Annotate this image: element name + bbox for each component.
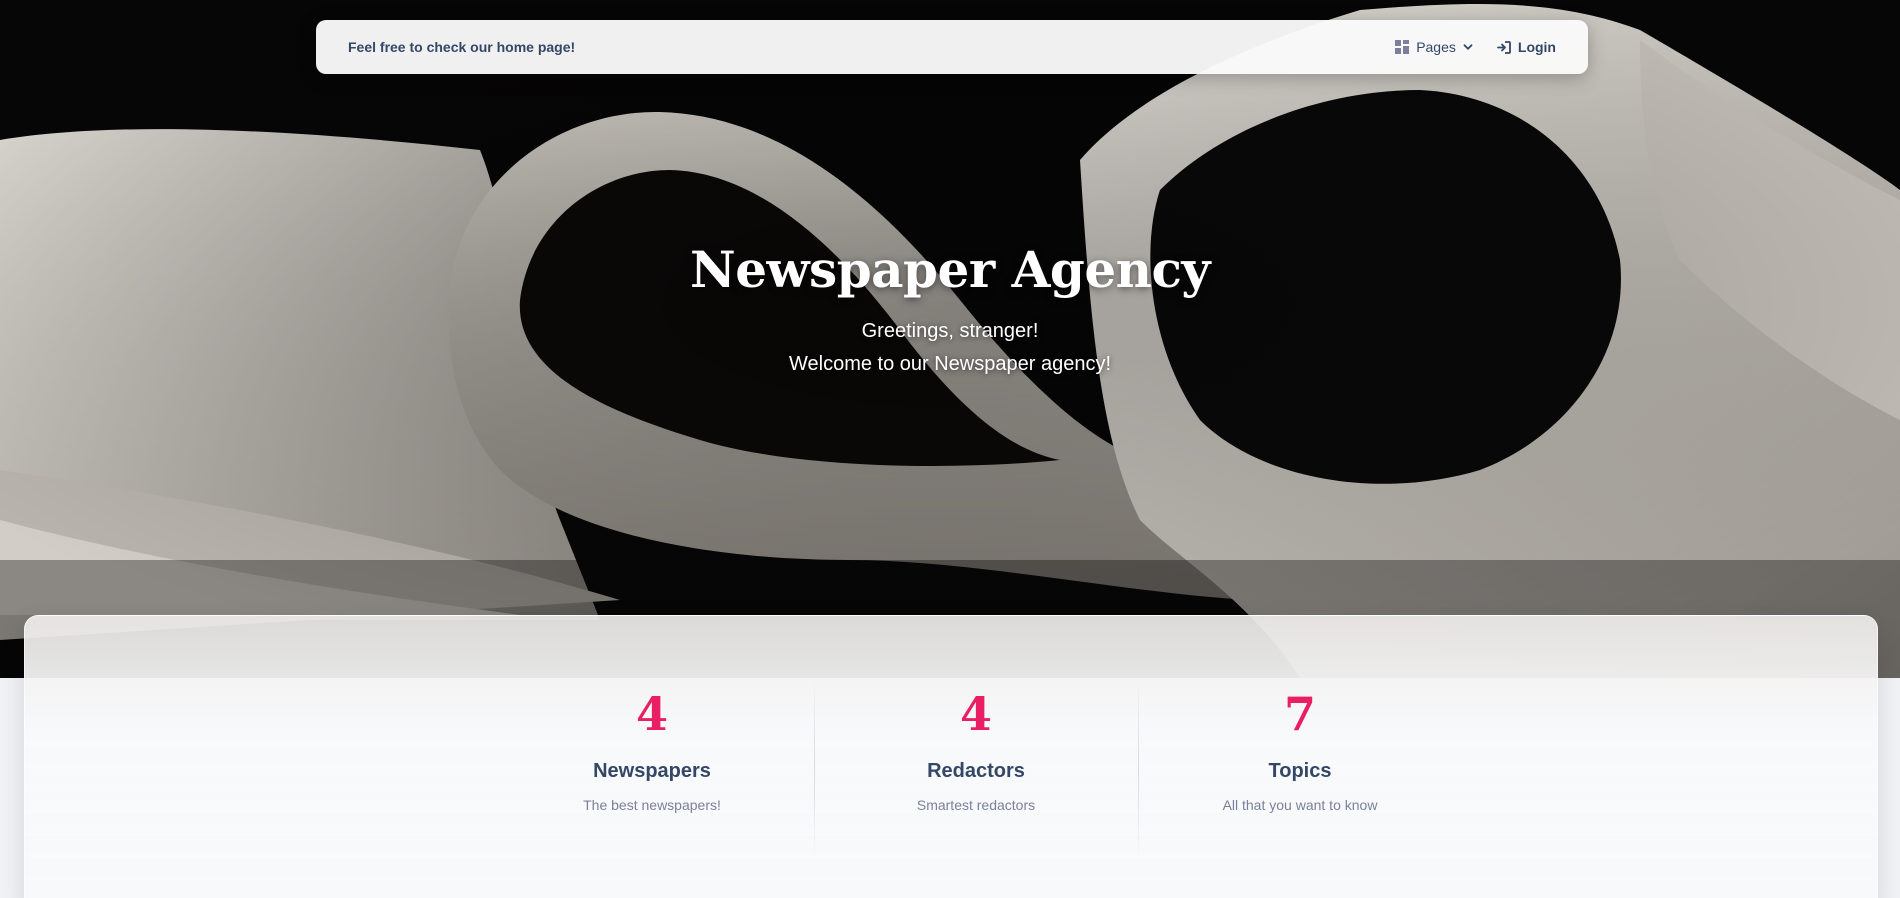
stat-number: 4 xyxy=(635,687,668,741)
stat-description: Smartest redactors xyxy=(916,797,1036,813)
stat-number: 7 xyxy=(1283,687,1316,741)
stat-title: Topics xyxy=(1268,760,1332,782)
pages-dropdown[interactable]: Pages xyxy=(1395,39,1473,55)
login-icon xyxy=(1496,40,1511,54)
stat-topics: 7 Topics All that you want to know xyxy=(1138,678,1462,878)
hero-greeting: Greetings, stranger! xyxy=(861,320,1039,342)
login-link[interactable]: Login xyxy=(1496,39,1556,55)
dashboard-icon xyxy=(1395,40,1410,54)
stats-row: 4 Newspapers The best newspapers! 4 Reda… xyxy=(490,678,1462,878)
stat-redactors: 4 Redactors Smartest redactors xyxy=(814,678,1138,878)
stat-title: Redactors xyxy=(927,760,1025,782)
stat-number: 4 xyxy=(959,687,992,741)
chevron-down-icon xyxy=(1463,42,1473,52)
stats-card: 4 Newspapers The best newspapers! 4 Reda… xyxy=(24,615,1878,898)
login-label: Login xyxy=(1517,39,1556,55)
hero-text: Newspaper Agency Greetings, stranger! We… xyxy=(0,240,1900,381)
page-title: Newspaper Agency xyxy=(689,240,1211,299)
pages-label: Pages xyxy=(1416,39,1456,55)
stat-description: The best newspapers! xyxy=(583,797,721,813)
page: Feel free to check our home page! Pages xyxy=(0,0,1900,898)
hero-welcome: Welcome to our Newspaper agency! xyxy=(788,353,1111,375)
stat-newspapers: 4 Newspapers The best newspapers! xyxy=(490,678,814,878)
navbar-menu: Pages Login xyxy=(1395,39,1556,55)
home-link[interactable]: Feel free to check our home page! xyxy=(348,39,575,55)
stat-title: Newspapers xyxy=(593,760,711,782)
stat-description: All that you want to know xyxy=(1222,797,1378,813)
navbar: Feel free to check our home page! Pages xyxy=(316,20,1588,74)
